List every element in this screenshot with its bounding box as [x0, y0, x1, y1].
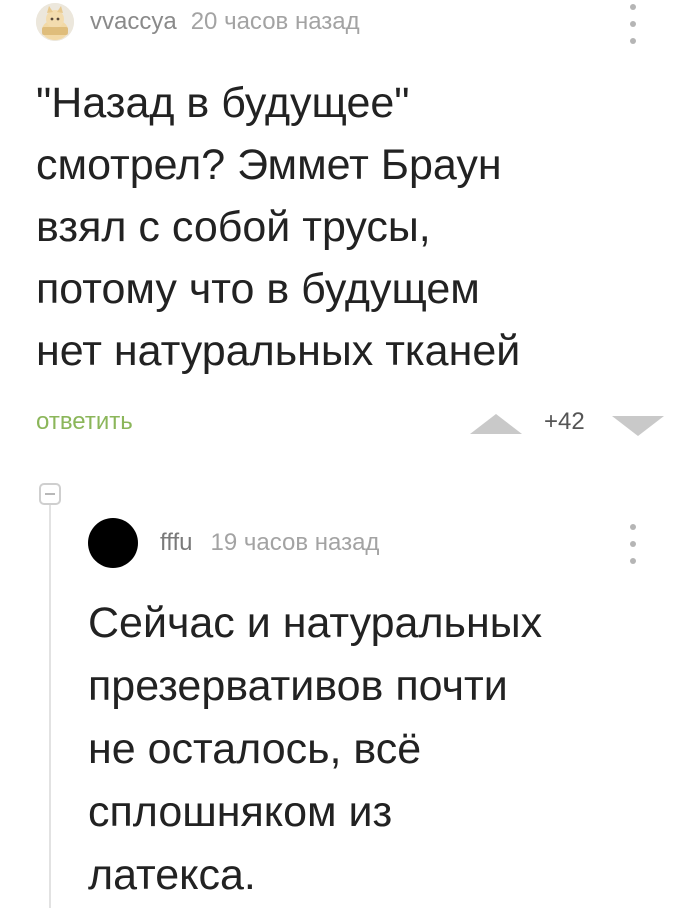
reply-header: fffu 19 часов назад [88, 517, 379, 569]
reply-author[interactable]: fffu [160, 529, 192, 557]
thread-line[interactable] [49, 505, 51, 908]
rating-count: +42 [544, 408, 585, 435]
avatar[interactable] [36, 3, 74, 41]
more-options-icon[interactable] [628, 524, 638, 564]
collapse-thread-icon[interactable] [39, 483, 61, 505]
more-options-icon[interactable] [628, 4, 638, 44]
comment-actions: ответить +42 [0, 404, 700, 444]
reply-text: Сейчас и натуральных презервативов почти… [88, 599, 543, 899]
downvote-arrow-icon[interactable] [612, 416, 664, 436]
comment-header: vvaccya 20 часов назад [36, 2, 360, 42]
cat-avatar-icon [36, 3, 74, 41]
reply-timestamp: 19 часов назад [210, 529, 380, 556]
reply-button[interactable]: ответить [36, 408, 133, 436]
comment-text: "Назад в будущее" смотрел? Эммет Браун в… [36, 79, 521, 375]
comment-timestamp: 20 часов назад [190, 8, 360, 35]
upvote-arrow-icon[interactable] [470, 414, 522, 434]
black-circle-avatar-icon[interactable] [88, 518, 138, 568]
comment-author[interactable]: vvaccya [90, 8, 177, 36]
